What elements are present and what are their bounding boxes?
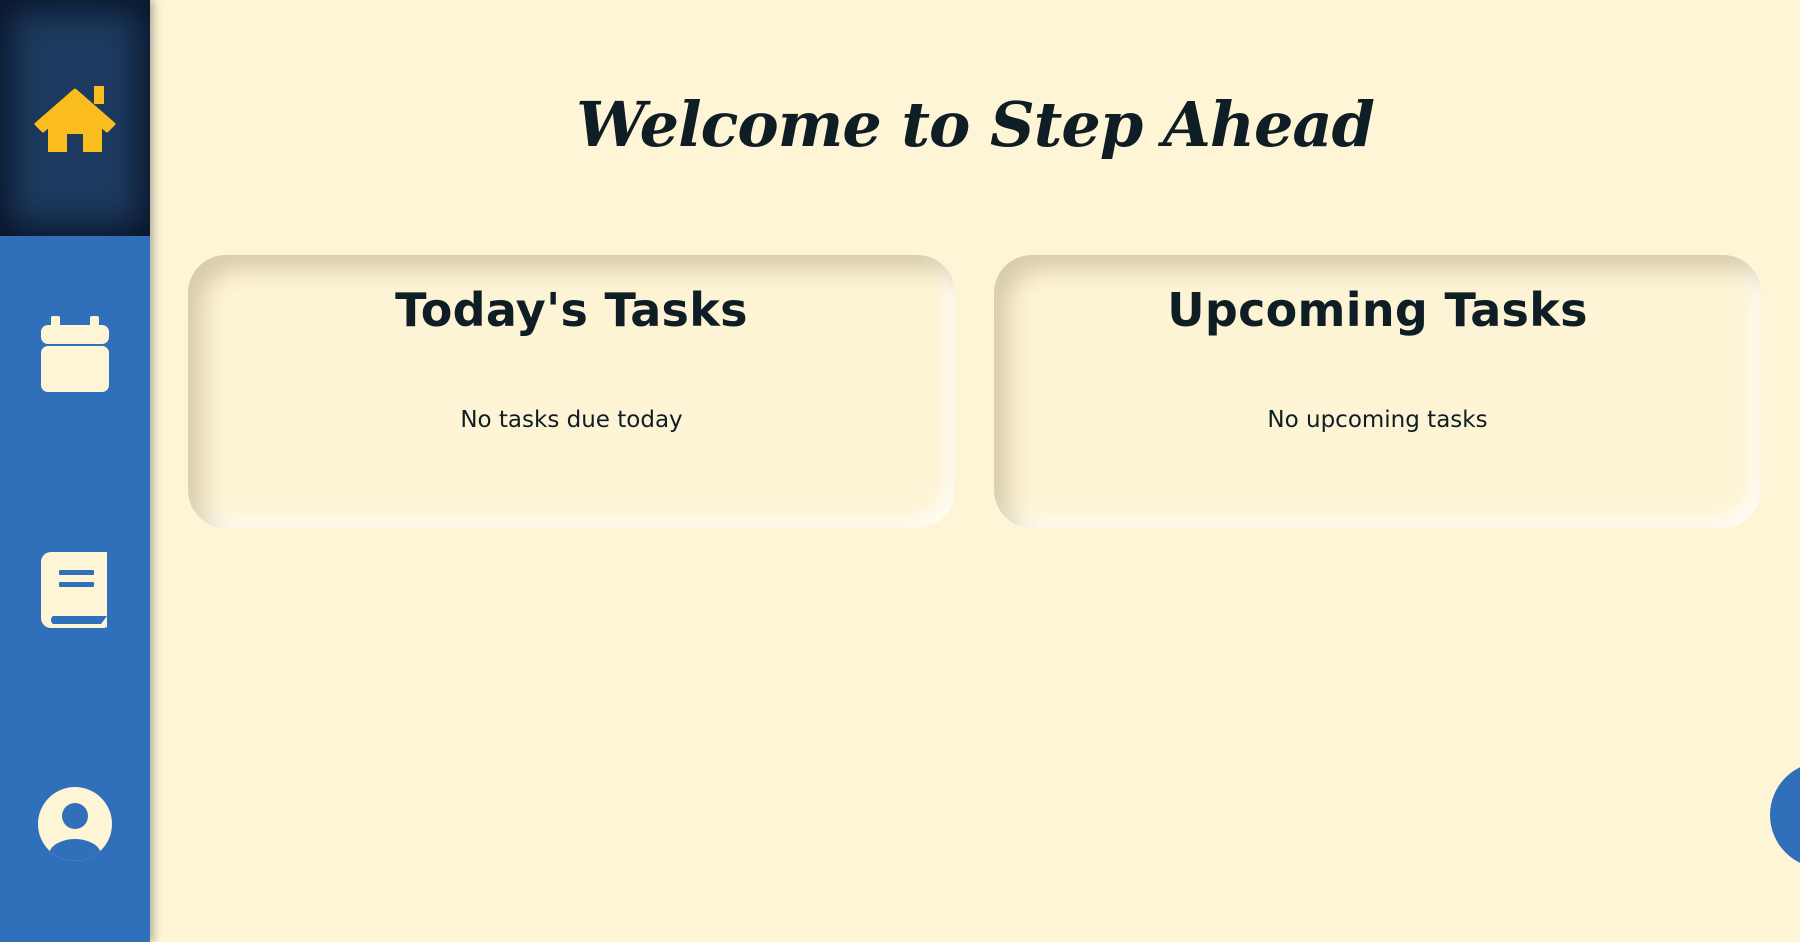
todays-tasks-empty-text: No tasks due today xyxy=(460,407,683,433)
page-title: Welcome to Step Ahead xyxy=(576,88,1375,161)
sidebar xyxy=(0,0,150,942)
app-root: Welcome to Step Ahead Today's Tasks No t… xyxy=(0,0,1800,942)
todays-tasks-card: Today's Tasks No tasks due today xyxy=(188,255,955,528)
user-circle-icon xyxy=(38,787,112,861)
todays-tasks-title: Today's Tasks xyxy=(395,283,748,337)
sidebar-item-home[interactable] xyxy=(0,0,150,236)
sidebar-item-calendar[interactable] xyxy=(0,236,150,472)
home-icon xyxy=(32,82,118,154)
sidebar-item-profile[interactable] xyxy=(0,706,150,942)
sidebar-item-notes[interactable] xyxy=(0,472,150,708)
add-task-button[interactable] xyxy=(1770,762,1800,868)
upcoming-tasks-empty-text: No upcoming tasks xyxy=(1267,407,1488,433)
calendar-icon xyxy=(41,316,109,392)
main-content: Welcome to Step Ahead Today's Tasks No t… xyxy=(150,0,1800,942)
book-icon xyxy=(41,552,109,628)
upcoming-tasks-card: Upcoming Tasks No upcoming tasks xyxy=(994,255,1761,528)
upcoming-tasks-title: Upcoming Tasks xyxy=(1167,283,1588,337)
